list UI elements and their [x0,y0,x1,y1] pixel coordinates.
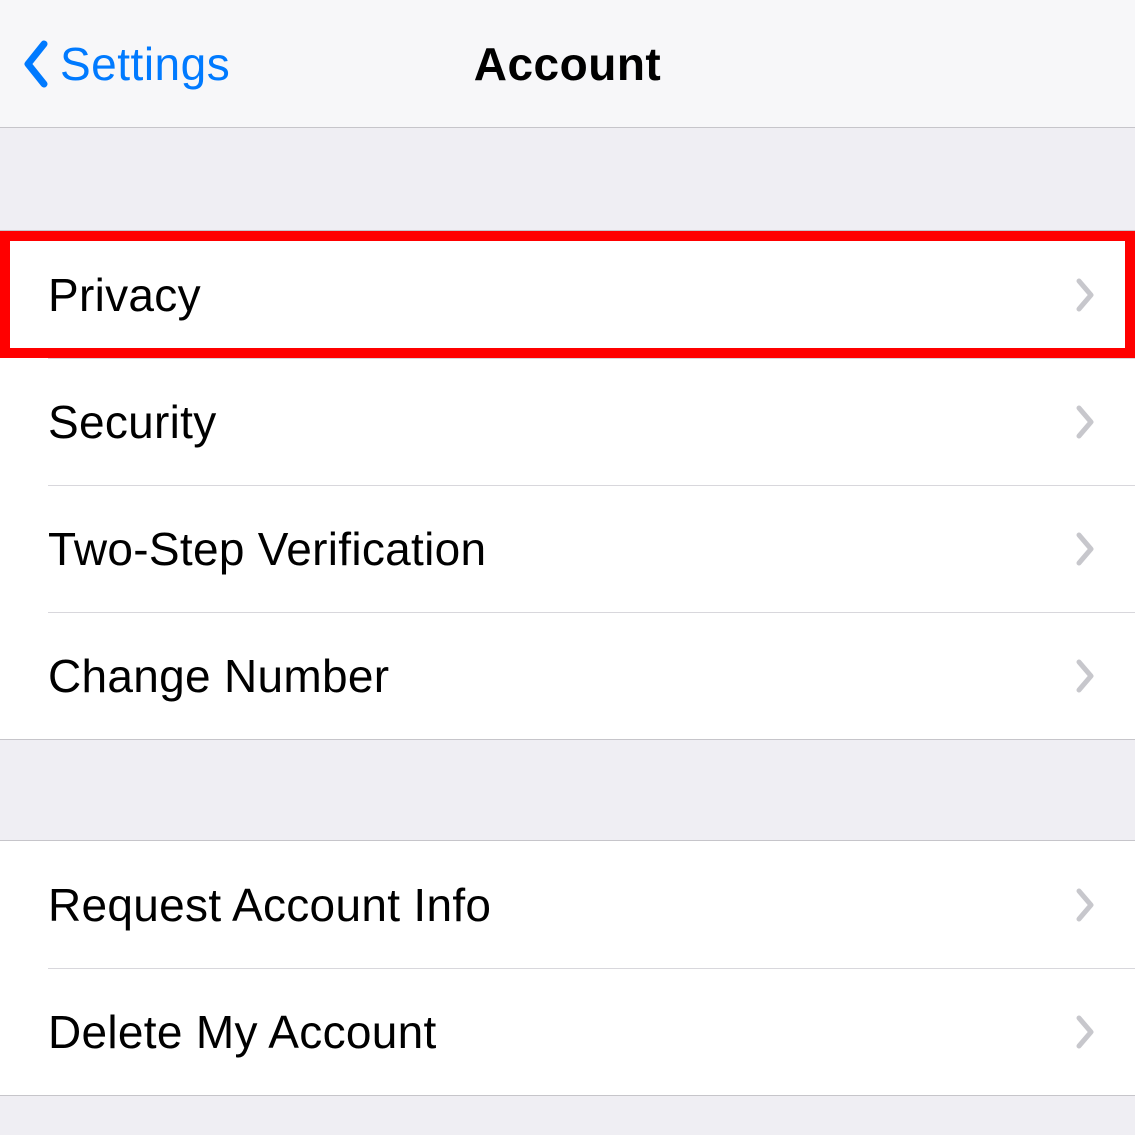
row-privacy[interactable]: Privacy [0,231,1135,358]
chevron-right-icon [1075,404,1095,440]
row-security[interactable]: Security [0,358,1135,485]
row-change-number[interactable]: Change Number [0,612,1135,739]
chevron-right-icon [1075,887,1095,923]
nav-header: Settings Account [0,0,1135,128]
row-label: Two-Step Verification [48,522,486,576]
row-label: Delete My Account [48,1005,437,1059]
chevron-left-icon [22,40,50,88]
chevron-right-icon [1075,531,1095,567]
settings-group-1: Privacy Security Two-Step Verification C… [0,230,1135,740]
back-button[interactable]: Settings [22,0,230,127]
row-label: Security [48,395,217,449]
row-request-account-info[interactable]: Request Account Info [0,841,1135,968]
row-two-step-verification[interactable]: Two-Step Verification [0,485,1135,612]
row-label: Request Account Info [48,878,491,932]
row-label: Change Number [48,649,389,703]
section-spacer [0,128,1135,230]
section-spacer [0,740,1135,840]
chevron-right-icon [1075,658,1095,694]
row-label: Privacy [48,268,201,322]
row-delete-my-account[interactable]: Delete My Account [0,968,1135,1095]
chevron-right-icon [1075,277,1095,313]
back-label: Settings [60,37,230,91]
chevron-right-icon [1075,1014,1095,1050]
settings-group-2: Request Account Info Delete My Account [0,840,1135,1096]
